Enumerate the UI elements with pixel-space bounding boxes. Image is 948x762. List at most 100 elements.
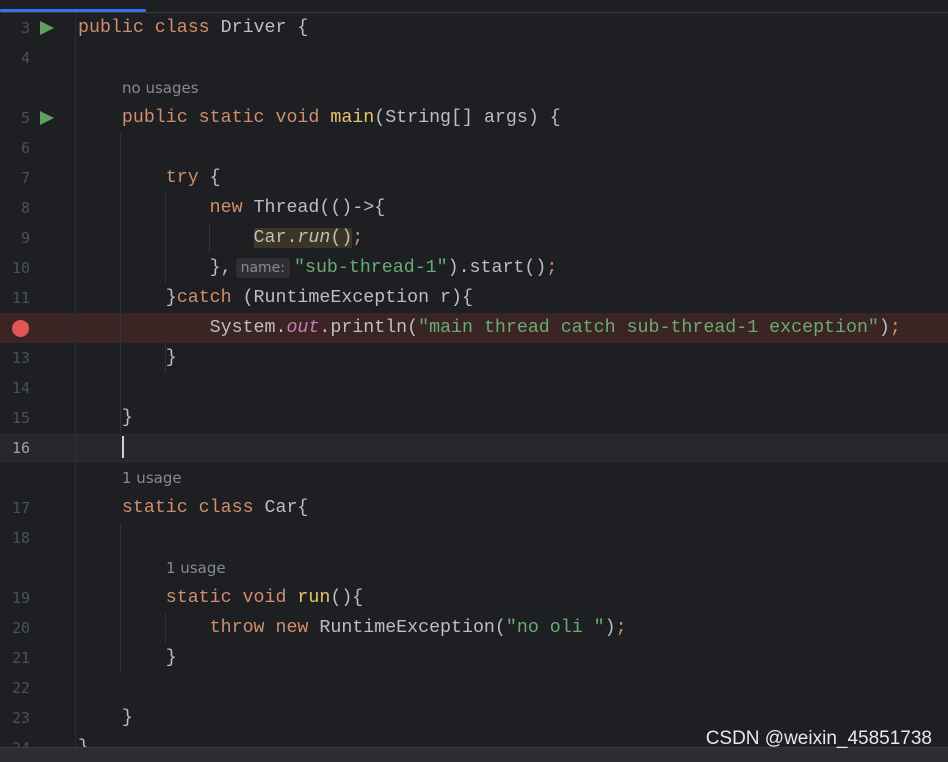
code-line[interactable]: 16 [0, 433, 948, 463]
code-line[interactable]: 8 new Thread(()->{ [0, 193, 948, 223]
code-text: } [78, 703, 133, 733]
code-line[interactable]: 6 [0, 133, 948, 163]
code-line[interactable]: 13 } [0, 343, 948, 373]
line-number[interactable]: 15 [0, 403, 30, 433]
code-line[interactable]: 20 throw new RuntimeException("no oli ")… [0, 613, 948, 643]
code-line[interactable]: 12 System.out.println("main thread catch… [0, 313, 948, 343]
line-number[interactable]: 24 [0, 733, 30, 747]
code-token: Car. [253, 228, 298, 248]
code-line[interactable]: 5 public static void main(String[] args)… [0, 103, 948, 133]
code-text: } [78, 733, 89, 747]
indent-guide [120, 553, 121, 583]
code-token: "no oli " [505, 618, 605, 638]
line-number[interactable]: 6 [0, 133, 30, 163]
code-line[interactable]: 21 } [0, 643, 948, 673]
code-token: (){ [330, 588, 364, 608]
run-icon[interactable] [40, 21, 54, 35]
line-number[interactable]: 23 [0, 703, 30, 733]
breakpoint-icon[interactable] [12, 320, 29, 337]
code-token: { [209, 168, 221, 188]
active-tab-indicator[interactable] [0, 9, 146, 12]
line-number[interactable]: 11 [0, 283, 30, 313]
code-token: main [330, 108, 375, 128]
code-token: } [78, 348, 177, 368]
code-line[interactable]: 22 [0, 673, 948, 703]
gutter-divider [75, 13, 76, 747]
code-line[interactable]: 7 try { [0, 163, 948, 193]
code-line[interactable]: 9 Car.run(); [0, 223, 948, 253]
code-token: (String[] args) { [374, 108, 561, 128]
indent-guide [120, 523, 121, 553]
code-token: static void [165, 588, 298, 608]
code-line[interactable]: 17 static class Car{ [0, 493, 948, 523]
text-caret [121, 436, 124, 459]
line-number[interactable]: 5 [0, 103, 30, 133]
code-token: ; [889, 318, 901, 338]
code-line[interactable]: 11 }catch (RuntimeException r){ [0, 283, 948, 313]
code-token: static class [121, 498, 265, 518]
indent-guide [120, 133, 121, 163]
line-number[interactable]: 20 [0, 613, 30, 643]
usages-inlay[interactable]: no usages [122, 73, 199, 103]
code-text: }catch (RuntimeException r){ [78, 283, 473, 313]
code-token: } [78, 738, 89, 747]
code-token: System. [78, 318, 287, 338]
code-text: } [78, 403, 133, 433]
line-number[interactable]: 9 [0, 223, 30, 253]
line-number[interactable]: 18 [0, 523, 30, 553]
code-text: public static void main(String[] args) { [78, 103, 561, 133]
usages-inlay[interactable]: 1 usage [166, 553, 226, 583]
usage-hint-row[interactable]: 1 usage [0, 553, 948, 583]
code-text: }, name: "sub-thread-1").start(); [78, 253, 557, 283]
code-token: } [78, 408, 133, 428]
code-text: throw new RuntimeException("no oli "); [78, 613, 627, 643]
code-token: } [78, 288, 177, 308]
code-token: ) [604, 618, 616, 638]
code-token: ; [615, 618, 627, 638]
code-token: try [165, 168, 210, 188]
line-number[interactable]: 17 [0, 493, 30, 523]
code-token: (RuntimeException r){ [242, 288, 473, 308]
code-line[interactable]: 10 }, name: "sub-thread-1").start(); [0, 253, 948, 283]
line-number[interactable]: 22 [0, 673, 30, 703]
run-icon[interactable] [40, 111, 54, 125]
code-text: System.out.println("main thread catch su… [78, 313, 901, 343]
code-line[interactable]: 18 [0, 523, 948, 553]
line-number[interactable]: 8 [0, 193, 30, 223]
code-line[interactable]: 15 } [0, 403, 948, 433]
line-number[interactable]: 4 [0, 43, 30, 73]
code-line[interactable]: 19 static void run(){ [0, 583, 948, 613]
line-number[interactable]: 21 [0, 643, 30, 673]
code-line[interactable]: 14 [0, 373, 948, 403]
code-text: static class Car{ [78, 493, 309, 523]
code-token: } [78, 648, 177, 668]
line-number[interactable]: 19 [0, 583, 30, 613]
line-number[interactable]: 10 [0, 253, 30, 283]
line-number[interactable]: 14 [0, 373, 30, 403]
code-token: ) [878, 318, 890, 338]
code-editor[interactable]: 3 public class Driver {4 no usages 5 public… [0, 13, 948, 747]
code-line[interactable]: 4 [0, 43, 948, 73]
line-number[interactable]: 3 [0, 13, 30, 43]
code-text: } [78, 643, 177, 673]
indent-guide [120, 373, 121, 403]
code-token: public static void [121, 108, 331, 128]
line-number[interactable]: 13 [0, 343, 30, 373]
usage-hint-row[interactable]: 1 usage [0, 463, 948, 493]
line-number[interactable]: 7 [0, 163, 30, 193]
code-token: Thread(()->{ [253, 198, 386, 218]
usage-hint-row[interactable]: no usages [0, 73, 948, 103]
code-token: run [297, 588, 331, 608]
code-token: () [330, 228, 353, 248]
code-token: ; [546, 258, 558, 278]
usages-inlay[interactable]: 1 usage [122, 463, 182, 493]
editor-tab-bar [0, 0, 948, 13]
line-number[interactable]: 16 [0, 433, 30, 463]
code-line[interactable]: 3 public class Driver { [0, 13, 948, 43]
